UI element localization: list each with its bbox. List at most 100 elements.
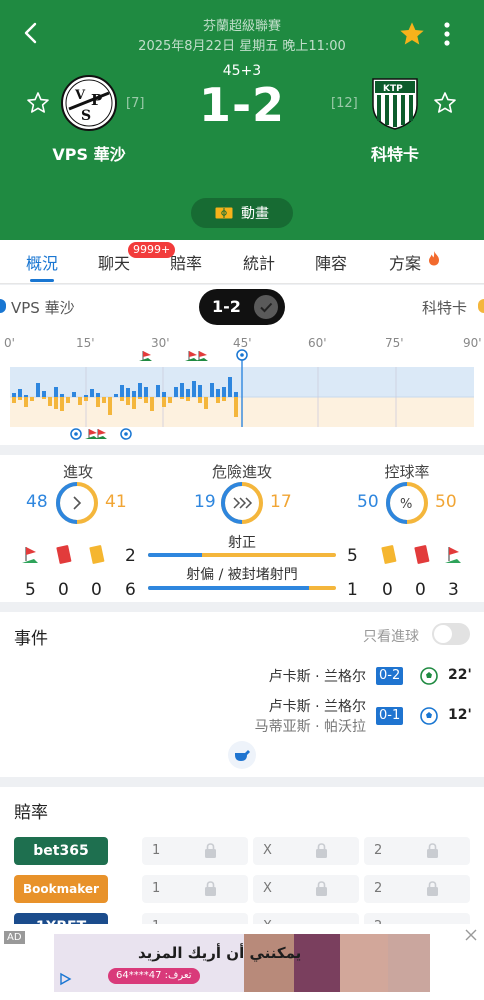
svg-text:%: % bbox=[400, 497, 412, 512]
event-player[interactable]: 卢卡斯 · 兰格尔 bbox=[200, 666, 366, 686]
ad-play-icon bbox=[60, 972, 72, 986]
tick-0: 0' bbox=[4, 336, 15, 350]
away-shots-off-target: 1 bbox=[347, 580, 358, 600]
home-momentum-bar bbox=[198, 385, 202, 397]
svg-text:KTP: KTP bbox=[383, 84, 403, 94]
home-corner-flag-icon bbox=[185, 351, 198, 361]
home-momentum-bar bbox=[12, 393, 16, 397]
lock-icon bbox=[205, 881, 216, 896]
away-momentum-bar bbox=[234, 397, 238, 417]
ad-headline: يمكنني أن أريك المزيد bbox=[138, 944, 302, 962]
away-yellow-count: 0 bbox=[382, 580, 393, 600]
chat-count-badge: 9999+ bbox=[128, 242, 176, 258]
home-shots-on-target: 2 bbox=[125, 546, 136, 566]
animation-label: 動畫 bbox=[241, 206, 269, 222]
tab-odds[interactable]: 賠率 bbox=[170, 250, 202, 274]
home-yellow-card-icon bbox=[89, 545, 105, 564]
animation-button[interactable]: 動畫 bbox=[191, 198, 293, 228]
home-momentum-bar bbox=[72, 392, 76, 397]
tab-stats[interactable]: 統計 bbox=[243, 250, 275, 274]
away-momentum-bar bbox=[96, 397, 100, 407]
away-momentum-bar bbox=[42, 397, 46, 399]
away-momentum-bar bbox=[84, 397, 88, 401]
home-team-name[interactable]: VPS 華沙 bbox=[19, 141, 159, 165]
home-momentum-bar bbox=[222, 387, 226, 397]
away-momentum-bar bbox=[222, 397, 226, 401]
follow-home-star-icon[interactable] bbox=[26, 91, 50, 115]
away-team-name[interactable]: 科特卡 bbox=[325, 141, 465, 165]
odds-cell-label: 2 bbox=[374, 843, 383, 858]
home-momentum-bar bbox=[90, 389, 94, 397]
favorite-star-icon[interactable] bbox=[398, 20, 426, 48]
possession-dial-icon: % bbox=[386, 482, 428, 524]
tab-overview[interactable]: 概況 bbox=[26, 250, 58, 274]
away-momentum-bar bbox=[150, 397, 154, 411]
event-player[interactable]: 卢卡斯 · 兰格尔 bbox=[200, 696, 366, 716]
odds-cell-label: X bbox=[263, 843, 272, 858]
odds-home-cell[interactable]: 1 bbox=[142, 837, 248, 865]
away-momentum-bar bbox=[132, 397, 136, 409]
away-momentum-bar bbox=[204, 397, 208, 409]
tab-lineup[interactable]: 陣容 bbox=[315, 250, 347, 274]
away-momentum-bar bbox=[186, 397, 190, 401]
home-momentum-bar bbox=[114, 394, 118, 397]
away-momentum-bar bbox=[48, 397, 52, 406]
odds-draw-cell[interactable]: X bbox=[253, 837, 359, 865]
home-red-count: 0 bbox=[58, 580, 69, 600]
ad-banner-container: AD يمكنني أن أريك المزيد تعرف: 47****64 bbox=[0, 924, 484, 1000]
ad-photo bbox=[340, 934, 388, 992]
home-shots-off-target: 6 bbox=[125, 580, 136, 600]
ad-banner[interactable]: يمكنني أن أريك المزيد تعرف: 47****64 bbox=[54, 934, 430, 992]
away-momentum-bar bbox=[180, 397, 184, 399]
follow-away-star-icon[interactable] bbox=[433, 91, 457, 115]
away-momentum-bar bbox=[138, 397, 142, 399]
home-team-logo[interactable]: V P S bbox=[61, 75, 117, 131]
odds-draw-cell[interactable]: X bbox=[253, 875, 359, 903]
ad-code: تعرف: 47****64 bbox=[108, 968, 200, 984]
tick-45: 45' bbox=[233, 336, 252, 350]
home-momentum-bar bbox=[18, 389, 22, 397]
away-goal-ball-icon bbox=[70, 428, 82, 440]
lock-icon bbox=[316, 843, 327, 858]
tab-chat[interactable]: 聊天 bbox=[98, 250, 130, 274]
event-assist[interactable]: 马蒂亚斯 · 帕沃拉 bbox=[200, 716, 366, 736]
home-momentum-bar bbox=[156, 385, 160, 397]
home-momentum-bar bbox=[216, 389, 220, 397]
attack-away-value: 41 bbox=[105, 492, 127, 512]
event-minute: 12' bbox=[448, 707, 472, 723]
odds-away-cell[interactable]: 2 bbox=[364, 837, 470, 865]
bookmaker-bookmaker[interactable]: Bookmaker bbox=[14, 875, 108, 903]
momentum-chart: 0' 15' 30' 45' 60' 75' 90' bbox=[4, 336, 482, 440]
away-team-rank: [12] bbox=[331, 96, 358, 111]
attack-label: 進攻 bbox=[62, 463, 93, 481]
ad-photo bbox=[388, 934, 430, 992]
timeline-home-name: VPS 華沙 bbox=[11, 299, 75, 317]
away-momentum-bar bbox=[78, 397, 82, 405]
goal-ball-icon bbox=[420, 707, 438, 725]
svg-text:V: V bbox=[74, 88, 86, 103]
home-corners-count: 5 bbox=[25, 580, 36, 600]
odds-away-cell[interactable]: 2 bbox=[364, 875, 470, 903]
away-momentum-bar bbox=[12, 397, 16, 403]
odds-home-cell[interactable]: 1 bbox=[142, 875, 248, 903]
dangerous-away-value: 17 bbox=[270, 492, 292, 512]
events-title: 事件 bbox=[14, 629, 48, 649]
home-momentum-bar bbox=[54, 387, 58, 397]
away-momentum-bar bbox=[66, 397, 70, 403]
goal-ball-icon bbox=[236, 349, 248, 361]
away-yellow-card-icon bbox=[381, 545, 397, 564]
away-momentum-bar bbox=[216, 397, 220, 403]
check-circle-icon bbox=[254, 295, 278, 319]
tab-plans[interactable]: 方案 bbox=[389, 250, 421, 274]
more-options-icon[interactable] bbox=[440, 20, 454, 48]
away-team-logo[interactable]: KTP bbox=[367, 75, 423, 131]
home-momentum-bar bbox=[96, 393, 100, 397]
goals-only-toggle[interactable] bbox=[432, 623, 470, 645]
close-icon[interactable] bbox=[464, 928, 478, 942]
goals-only-label: 只看進球 bbox=[363, 629, 419, 645]
away-momentum-bar bbox=[18, 397, 22, 400]
goal-ball-icon bbox=[420, 667, 438, 685]
home-momentum-bar bbox=[234, 392, 238, 397]
away-momentum-bar bbox=[162, 397, 166, 407]
bookmaker-bet365[interactable]: bet365 bbox=[14, 837, 108, 865]
